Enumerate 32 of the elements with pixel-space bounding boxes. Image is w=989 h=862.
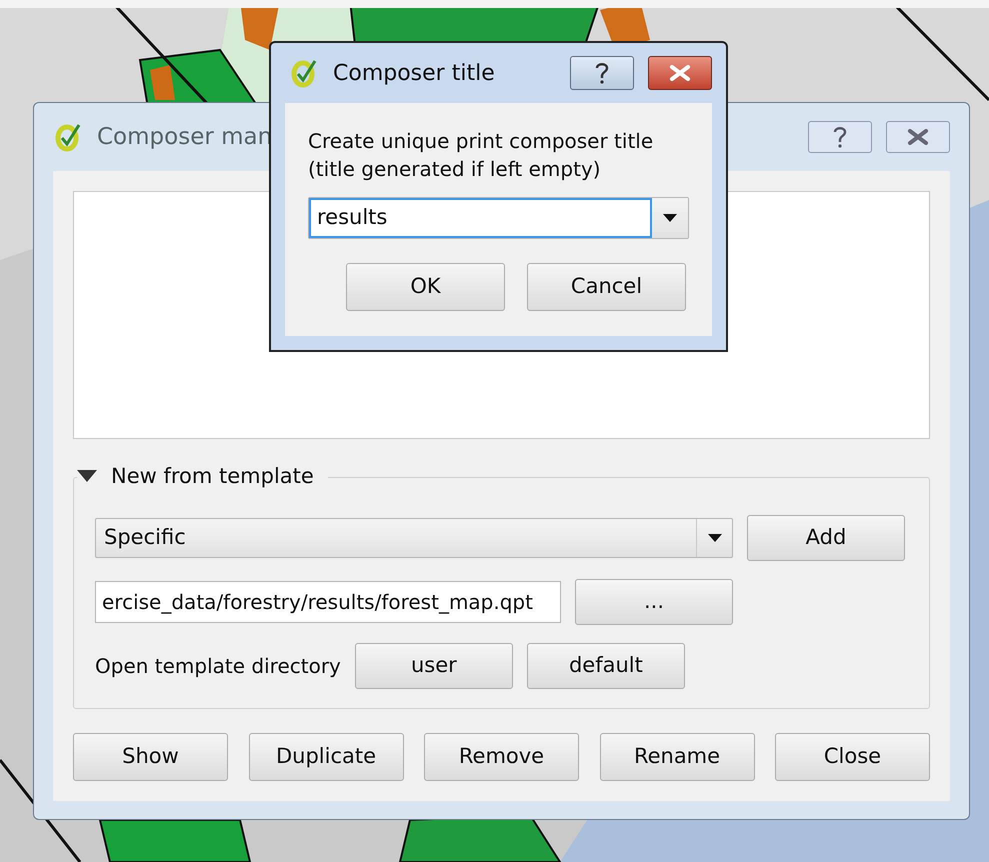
close-button[interactable]: [648, 56, 712, 90]
directory-label: Open template directory: [95, 653, 341, 680]
caret-icon: [663, 214, 677, 222]
directory-button[interactable]: default: [526, 643, 685, 689]
dialog-title: Composer title: [333, 60, 495, 88]
prompt-text: Create unique print composer title (title generated if left empty): [308, 128, 654, 183]
dialog-button[interactable]: OK: [346, 263, 505, 311]
directory-button[interactable]: user: [354, 643, 513, 689]
browse-button[interactable]: ...: [575, 579, 733, 625]
template-path-field[interactable]: ercise_data/forestry/results/forest_map.qpt: [95, 581, 561, 623]
add-button[interactable]: Add: [747, 515, 905, 561]
app-logo-icon: [291, 58, 319, 88]
dialog-button[interactable]: Cancel: [527, 263, 686, 311]
close-icon: [907, 129, 929, 145]
window-title: Composer man: [97, 122, 272, 152]
app-logo-icon: [55, 122, 83, 152]
dialog-button[interactable]: Remove: [424, 733, 579, 781]
dialog-button[interactable]: Close: [775, 733, 930, 781]
title-combo-field[interactable]: results: [308, 197, 689, 239]
close-button[interactable]: [886, 121, 950, 153]
dialog-button[interactable]: Duplicate: [248, 733, 404, 781]
expanded-triangle-icon[interactable]: [77, 470, 97, 484]
caret-icon: [708, 534, 722, 542]
group-title: New from template: [111, 463, 314, 490]
template-select[interactable]: Specific: [95, 518, 733, 558]
dialog-button[interactable]: Rename: [600, 733, 754, 781]
help-button[interactable]: [570, 56, 634, 90]
help-icon: [594, 62, 610, 84]
help-button[interactable]: [808, 121, 872, 153]
dialog-button[interactable]: Show: [73, 733, 228, 781]
close-icon: [669, 65, 691, 81]
help-icon: [832, 126, 848, 148]
